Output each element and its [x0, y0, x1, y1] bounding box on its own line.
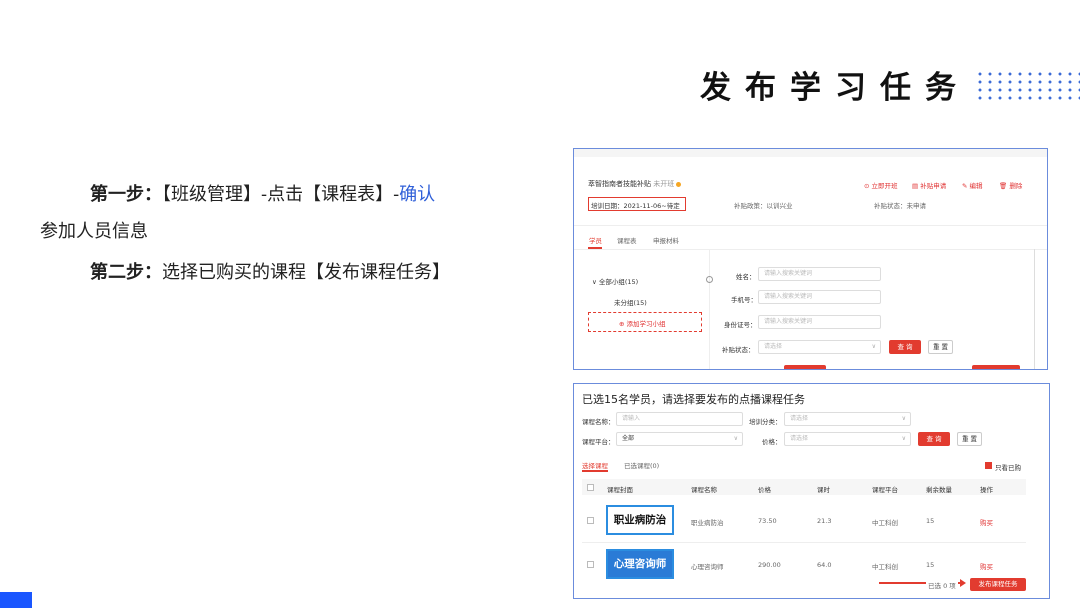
- reset-button[interactable]: 重 置: [957, 432, 982, 446]
- id-label: 身份证号：: [724, 321, 757, 329]
- row-checkbox[interactable]: [587, 517, 594, 524]
- subsidy-status: 补贴状态：未申请: [874, 202, 926, 210]
- column-header: 剩余数量: [926, 486, 952, 494]
- category-label: 培训分类：: [749, 418, 782, 426]
- course-name-cell: 心理咨询师: [691, 563, 724, 571]
- scrollbar[interactable]: [1034, 249, 1035, 369]
- active-tab-indicator: [582, 470, 608, 472]
- class-management-screenshot: 萃智指南者技能补贴 未开班 ⊙ 立即开班 ▤ 补贴申请 ✎ 编辑 🗑︎ 删除 培…: [573, 148, 1048, 370]
- column-header: 操作: [980, 486, 993, 494]
- row-checkbox[interactable]: [587, 561, 594, 568]
- category-select[interactable]: 请选择 ∨: [784, 412, 911, 426]
- remaining-cell: 15: [926, 561, 935, 569]
- column-header: 课时: [817, 486, 830, 494]
- status-select[interactable]: 请选择 ∨: [758, 340, 881, 354]
- price-label: 价格：: [762, 438, 782, 446]
- select-all-checkbox[interactable]: [587, 484, 594, 491]
- divider: [574, 225, 1047, 226]
- add-group-label[interactable]: ⊕ 添加学习小组: [619, 318, 666, 328]
- step2-text: 选择已购买的课程【发布课程任务】: [162, 262, 450, 283]
- query-button[interactable]: 查 询: [918, 432, 950, 446]
- row-divider: [582, 542, 1026, 543]
- chevron-down-icon: ∨: [901, 415, 906, 422]
- platform-select[interactable]: 全部 ∨: [616, 432, 743, 446]
- delete-button[interactable]: 🗑︎ 删除: [999, 180, 1022, 190]
- table-header: [582, 479, 1026, 495]
- only-purchased-label: 只看已购: [995, 464, 1021, 472]
- step2-label: 第二步：: [90, 262, 162, 283]
- query-button[interactable]: 查 询: [889, 340, 921, 354]
- reset-button[interactable]: 重 置: [928, 340, 953, 354]
- step1-text: 【班级管理】-点击【课程表】-: [162, 184, 400, 205]
- group-ungrouped[interactable]: 未分组(15): [614, 297, 647, 307]
- step1-label: 第一步：: [90, 184, 162, 205]
- column-header: 课程封面: [607, 486, 633, 494]
- training-date: 培训日期：2021-11-06~待定: [591, 202, 680, 210]
- publish-course-screenshot: 已选15名学员，请选择要发布的点播课程任务 课程名称： 请输入 培训分类： 请选…: [573, 383, 1050, 599]
- column-header: 课程名称: [691, 486, 717, 494]
- tab-select-course[interactable]: 选择课程: [582, 460, 608, 470]
- group-all[interactable]: ∨ 全部小组(15): [592, 276, 638, 286]
- column-header: 价格: [758, 486, 771, 494]
- phone-label: 手机号：: [731, 296, 757, 304]
- tab-students[interactable]: 学员: [589, 235, 602, 245]
- decorative-dot-grid: [975, 70, 1080, 102]
- platform-cell: 中工科创: [872, 519, 898, 527]
- dialog-title: 已选15名学员，请选择要发布的点播课程任务: [582, 393, 805, 406]
- project-name: 萃智指南者技能补贴 未开班: [588, 179, 682, 189]
- only-purchased-checkbox[interactable]: [985, 462, 992, 469]
- selected-count: 已选 0 项: [926, 580, 958, 590]
- slide-title: 发布学习任务: [700, 70, 970, 106]
- course-name-input[interactable]: 请输入: [616, 412, 743, 426]
- step1-link[interactable]: 确认: [399, 184, 435, 205]
- step2-line: 第二步：选择已购买的课程【发布课程任务】: [90, 258, 450, 284]
- divider: [574, 249, 1047, 250]
- subsidy-apply-button[interactable]: ▤ 补贴申请: [912, 180, 946, 190]
- course-cover[interactable]: 职业病防治: [606, 505, 674, 535]
- column-header: 课程平台: [872, 486, 898, 494]
- course-name-cell: 职业病防治: [691, 519, 724, 527]
- name-input[interactable]: 请输入搜索关键词: [758, 267, 881, 281]
- platform-label: 课程平台：: [582, 438, 615, 446]
- name-label: 姓名：: [736, 273, 756, 281]
- start-class-button[interactable]: ⊙ 立即开班: [864, 180, 898, 190]
- chevron-down-icon: ∨: [871, 343, 876, 350]
- partial-red-button[interactable]: [784, 365, 826, 369]
- decorative-corner-block: [0, 592, 32, 608]
- buy-link[interactable]: 购买: [980, 517, 993, 527]
- project-status: 未开班: [653, 180, 675, 188]
- tab-schedule[interactable]: 课程表: [617, 235, 637, 245]
- hours-cell: 64.0: [817, 561, 832, 569]
- arrow-head-icon: [960, 579, 966, 587]
- buy-link[interactable]: 购买: [980, 561, 993, 571]
- subsidy-policy: 补贴政策：以训兴业: [734, 202, 793, 210]
- price-cell: 290.00: [758, 561, 781, 569]
- partial-red-button[interactable]: [972, 365, 1020, 369]
- divider: [709, 249, 710, 369]
- tab-materials[interactable]: 申报材料: [653, 235, 679, 245]
- chevron-down-icon: ∨: [733, 435, 738, 442]
- chevron-down-icon: ∨: [901, 435, 906, 442]
- top-bar: [574, 149, 1047, 157]
- hours-cell: 21.3: [817, 517, 832, 525]
- remaining-cell: 15: [926, 517, 935, 525]
- platform-cell: 中工科创: [872, 563, 898, 571]
- publish-course-task-button[interactable]: 发布课程任务: [970, 578, 1026, 591]
- tab-selected-courses[interactable]: 已选课程(0): [624, 460, 659, 470]
- price-select[interactable]: 请选择 ∨: [784, 432, 911, 446]
- course-cover[interactable]: 心理咨询师: [606, 549, 674, 579]
- edit-button[interactable]: ✎ 编辑: [962, 180, 983, 190]
- id-input[interactable]: 请输入搜索关键词: [758, 315, 881, 329]
- step1-continuation: 参加人员信息: [40, 221, 148, 242]
- status-label: 补贴状态：: [722, 346, 755, 354]
- course-name-label: 课程名称：: [582, 418, 615, 426]
- collapse-icon[interactable]: [706, 276, 713, 283]
- phone-input[interactable]: 请输入搜索关键词: [758, 290, 881, 304]
- status-dot-icon: [676, 181, 682, 187]
- price-cell: 73.50: [758, 517, 777, 525]
- step1-line: 第一步：【班级管理】-点击【课程表】-确认: [90, 180, 435, 206]
